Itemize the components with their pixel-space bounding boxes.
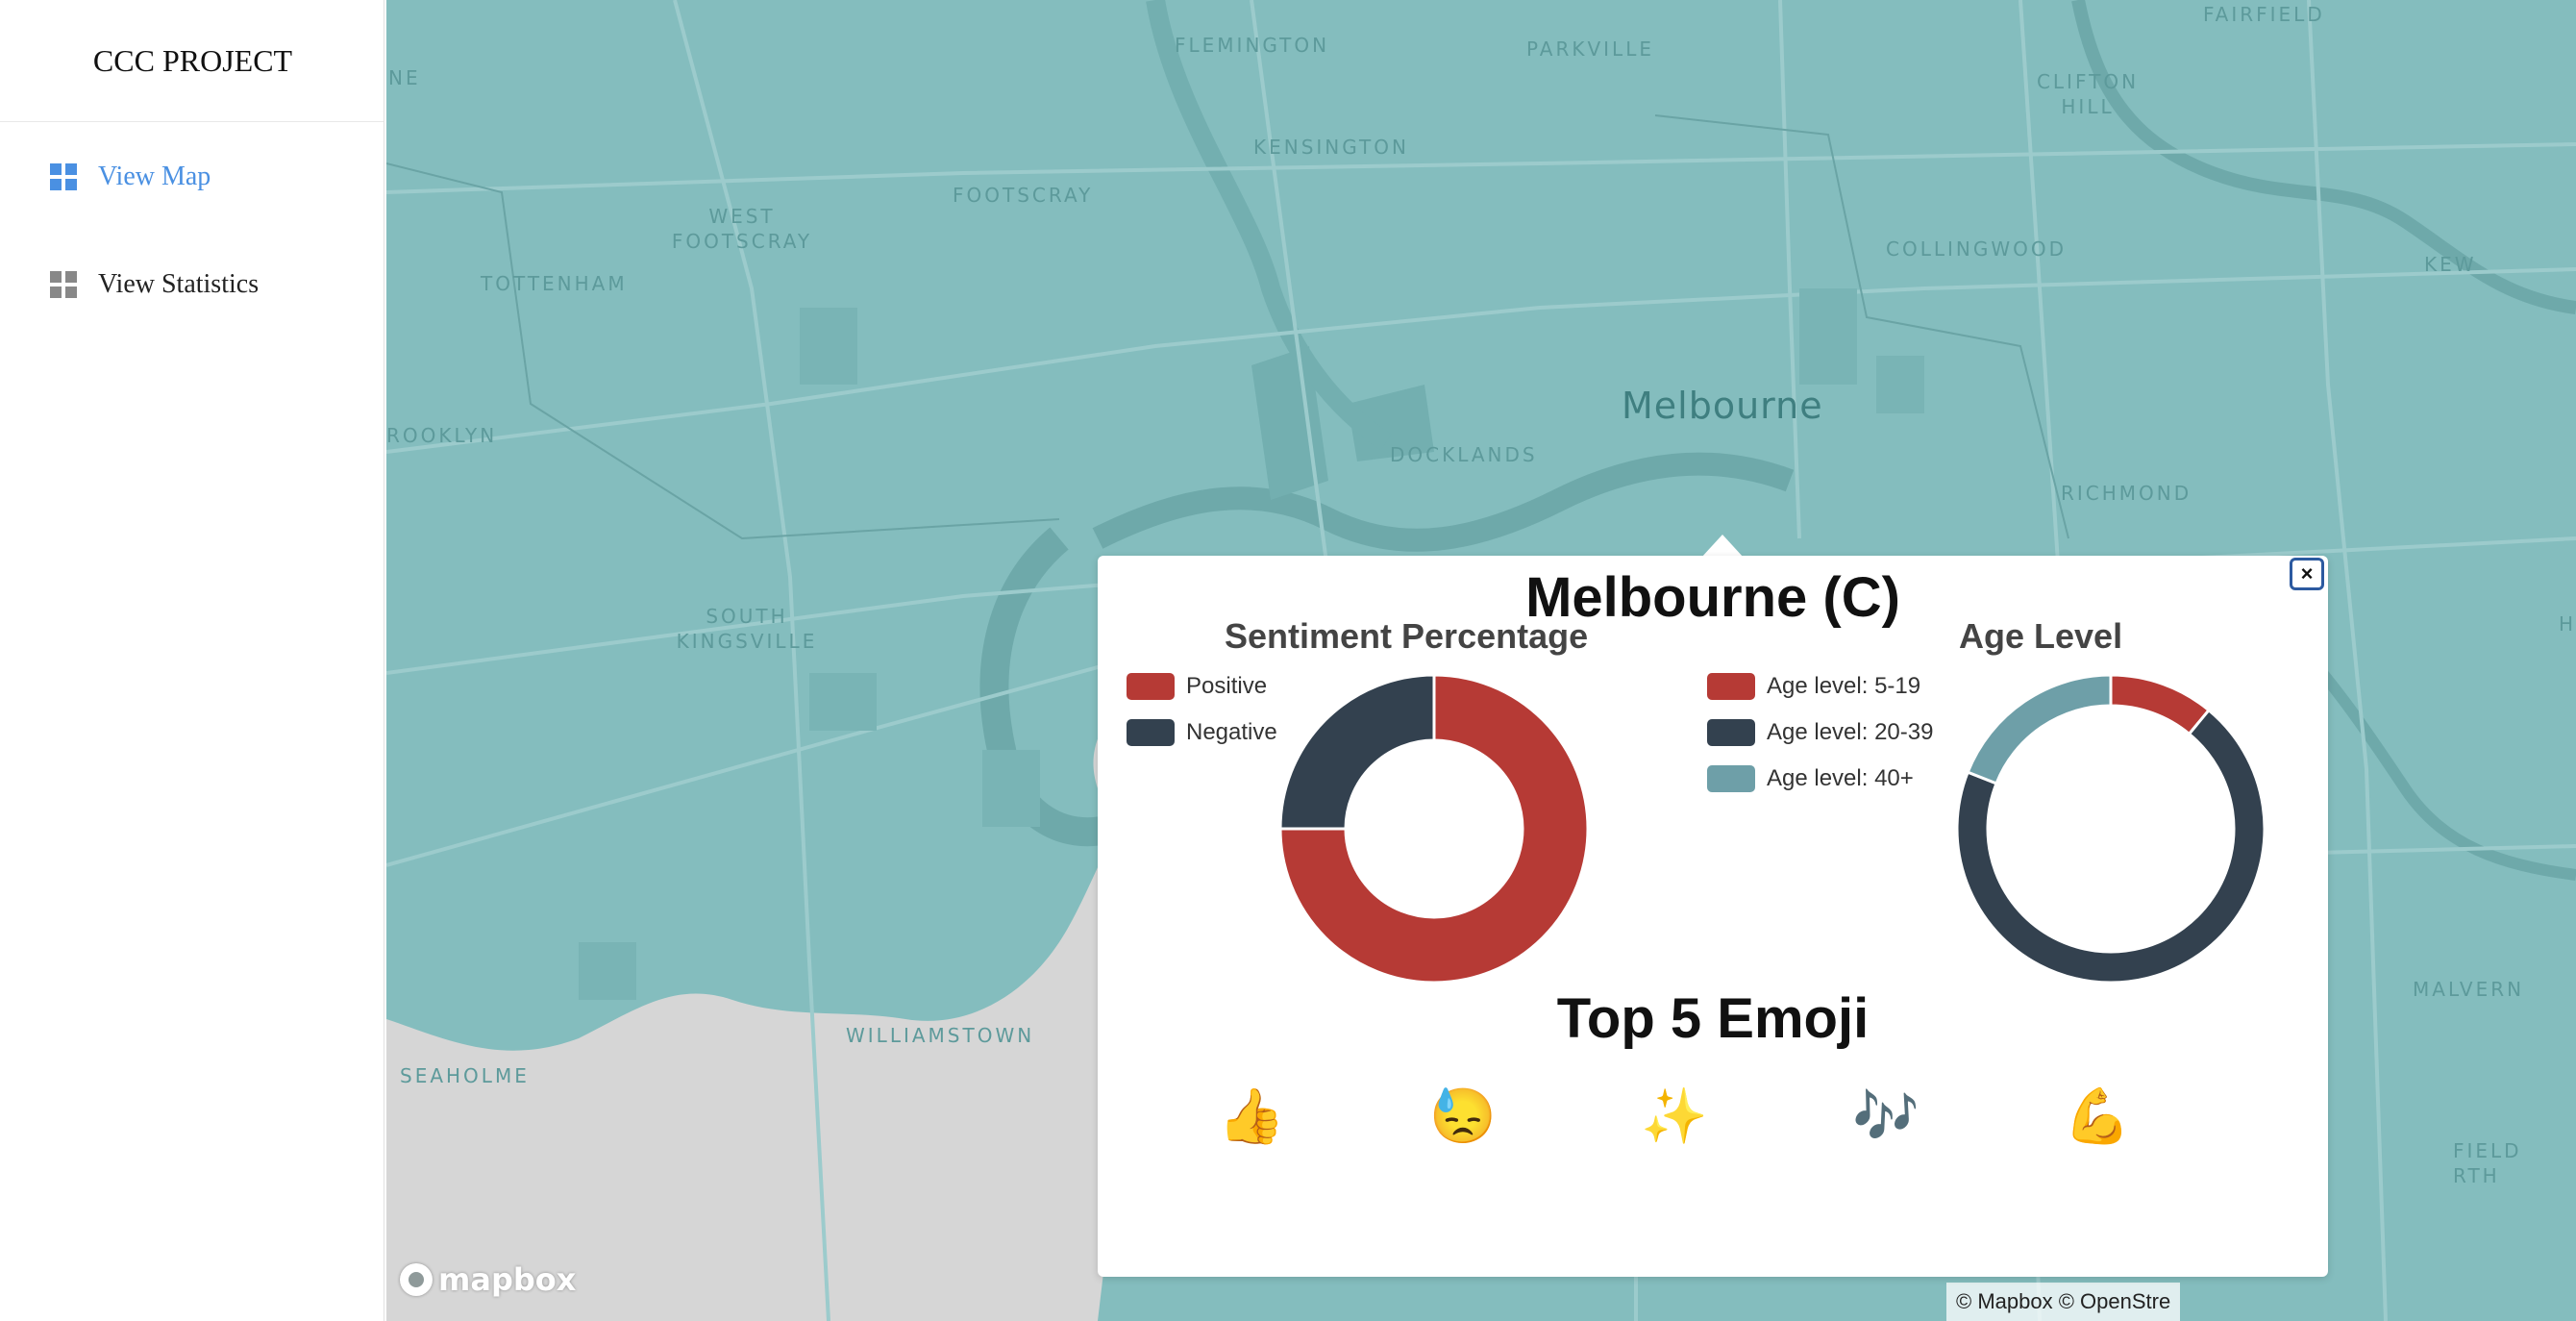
place-label: KEW xyxy=(2424,253,2477,276)
place-label: SEAHOLME xyxy=(400,1064,530,1087)
legend-label: Age level: 5-19 xyxy=(1767,673,1921,699)
age-donut-chart[interactable] xyxy=(1957,675,2265,983)
place-label: FOOTSCRAY xyxy=(953,184,1094,207)
mapbox-logo-text: mapbox xyxy=(438,1261,577,1298)
place-label: FIELD xyxy=(2453,1139,2522,1162)
popup-tip xyxy=(1701,535,1744,558)
legend-item-age-40-plus[interactable]: Age level: 40+ xyxy=(1707,765,1914,792)
place-label: RTH xyxy=(2453,1164,2500,1187)
place-label: FLEMINGTON xyxy=(1175,34,1330,57)
donut-slice-age-level-40-[interactable] xyxy=(1966,675,2113,785)
place-label: FAIRFIELD xyxy=(2203,3,2325,26)
place-label: TOTTENHAM xyxy=(481,272,628,295)
emoji-item: 💪 xyxy=(2064,1085,2131,1146)
place-label: WILLIAMSTOWN xyxy=(846,1024,1035,1047)
legend-item-age-5-19[interactable]: Age level: 5-19 xyxy=(1707,673,1920,700)
age-chart-title: Age Level xyxy=(1959,616,2123,656)
place-label: ROOKLYN xyxy=(386,424,498,447)
sentiment-chart-title: Sentiment Percentage xyxy=(1225,616,1589,656)
mapbox-logo[interactable]: mapbox xyxy=(400,1261,576,1298)
sidebar-item-view-statistics[interactable]: View Statistics xyxy=(0,231,383,338)
emoji-item: 👍 xyxy=(1218,1085,1285,1146)
legend-swatch xyxy=(1707,765,1755,792)
city-label: Melbourne xyxy=(1622,385,1823,427)
legend-swatch xyxy=(1127,719,1175,746)
sidebar-item-view-map[interactable]: View Map xyxy=(0,123,383,231)
place-label: NE xyxy=(388,66,421,89)
sidebar: CCC PROJECT View Map View Statistics xyxy=(0,0,384,1321)
sentiment-donut-chart[interactable] xyxy=(1280,675,1588,983)
legend-item-positive[interactable]: Positive xyxy=(1127,673,1267,700)
sidebar-item-label: View Statistics xyxy=(98,269,260,299)
legend-swatch xyxy=(1707,719,1755,746)
grid-icon xyxy=(50,271,77,298)
place-label: MALVERN xyxy=(2413,978,2525,1001)
legend-item-negative[interactable]: Negative xyxy=(1127,719,1277,746)
legend-swatch xyxy=(1707,673,1755,700)
place-label: PARKVILLE xyxy=(1526,37,1654,61)
legend-label: Positive xyxy=(1186,673,1268,699)
region-popup: × Melbourne (C) Sentiment Percentage Pos… xyxy=(1098,556,2328,1277)
place-label: COLLINGWOOD xyxy=(1886,237,2068,261)
emoji-item: 🎶 xyxy=(1852,1085,1920,1146)
place-label: KENSINGTON xyxy=(1253,136,1409,159)
emoji-item: ✨ xyxy=(1641,1085,1708,1146)
place-label: WEST FOOTSCRAY xyxy=(671,205,813,253)
sidebar-item-label: View Map xyxy=(98,162,211,191)
legend-swatch xyxy=(1127,673,1175,700)
donut-slice-age-level-5-19[interactable] xyxy=(2109,675,2212,736)
mapbox-logo-icon xyxy=(400,1263,433,1296)
place-label: SOUTH KINGSVILLE xyxy=(676,605,818,653)
emoji-section-title: Top 5 Emoji xyxy=(1556,987,1870,1050)
place-label: H xyxy=(2559,612,2576,636)
legend-label: Age level: 20-39 xyxy=(1767,719,1934,745)
legend-item-age-20-39[interactable]: Age level: 20-39 xyxy=(1707,719,1933,746)
map-attribution[interactable]: © Mapbox © OpenStre xyxy=(1946,1283,2181,1321)
place-label: DOCKLANDS xyxy=(1390,443,1538,466)
legend-label: Negative xyxy=(1186,719,1277,745)
emoji-item: 😓 xyxy=(1429,1085,1497,1146)
app-title: CCC PROJECT xyxy=(0,0,384,122)
place-label: CLIFTON HILL xyxy=(2036,70,2140,118)
place-label: RICHMOND xyxy=(2061,482,2192,505)
donut-slice-negative[interactable] xyxy=(1280,675,1436,831)
grid-icon xyxy=(50,163,77,190)
legend-label: Age level: 40+ xyxy=(1767,765,1914,791)
